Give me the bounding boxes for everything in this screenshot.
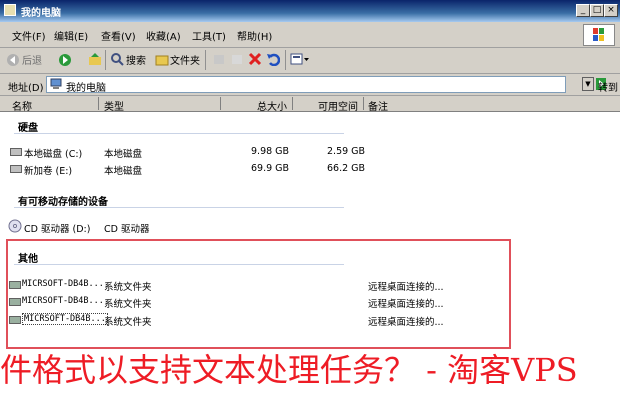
my-computer-icon (4, 4, 16, 16)
copy-to-icon[interactable] (230, 52, 244, 69)
column-header (0, 96, 620, 112)
menu-view[interactable]: 查看(V) (101, 28, 136, 43)
toolbar-separator (285, 50, 286, 70)
drive-total: 69.9 GB (251, 163, 290, 174)
search-button[interactable]: 搜索 (126, 52, 146, 67)
up-folder-icon[interactable] (88, 52, 102, 69)
drive-icon (10, 148, 22, 156)
search-icon (110, 52, 124, 69)
col-note[interactable]: 备注 (368, 98, 388, 113)
col-separator[interactable] (292, 97, 293, 110)
minimize-button[interactable]: _ (576, 4, 590, 17)
folders-button[interactable]: 文件夹 (170, 52, 200, 67)
group-hdd: 硬盘 (18, 123, 38, 134)
drive-type: CD 驱动器 (104, 224, 150, 235)
windows-logo-icon (583, 24, 615, 46)
drive-total: 9.98 GB (251, 146, 290, 157)
col-name[interactable]: 名称 (12, 98, 32, 113)
toolbar-separator (105, 50, 106, 70)
menu-edit[interactable]: 编辑(E) (54, 28, 88, 43)
col-free[interactable]: 可用空间 (318, 98, 358, 113)
cd-drive-icon (8, 219, 22, 236)
delete-icon[interactable] (248, 52, 262, 69)
menu-favorites[interactable]: 收藏(A) (146, 28, 181, 43)
col-type[interactable]: 类型 (104, 98, 124, 113)
drive-free: 66.2 GB (327, 163, 366, 174)
menu-file[interactable]: 文件(F) (12, 28, 46, 43)
col-separator[interactable] (220, 97, 221, 110)
menu-bar (0, 22, 620, 48)
menu-tools[interactable]: 工具(T) (192, 28, 226, 43)
drive-type: 本地磁盘 (104, 166, 143, 177)
title-bar[interactable] (0, 0, 620, 22)
address-input[interactable] (46, 76, 566, 93)
address-dropdown-button[interactable]: ▼ (582, 77, 594, 91)
move-to-icon[interactable] (212, 52, 226, 69)
col-separator[interactable] (363, 97, 364, 110)
drive-name[interactable]: 新加卷 (E:) (24, 163, 72, 177)
drive-icon (10, 165, 22, 173)
group-divider (14, 133, 344, 134)
group-removable: 有可移动存储的设备 (18, 197, 108, 208)
views-icon[interactable] (290, 52, 310, 69)
maximize-button[interactable]: □ (590, 4, 604, 17)
back-arrow-icon[interactable] (6, 53, 20, 70)
forward-arrow-icon[interactable] (58, 53, 72, 70)
folders-icon (155, 52, 169, 69)
col-separator[interactable] (98, 97, 99, 110)
undo-icon[interactable] (266, 52, 281, 69)
drive-name[interactable]: CD 驱动器 (D:) (24, 221, 90, 235)
close-button[interactable]: × (604, 4, 618, 17)
drive-type: 本地磁盘 (104, 149, 143, 160)
col-total[interactable]: 总大小 (257, 98, 287, 113)
window-title: 我的电脑 (21, 8, 61, 19)
address-label: 地址(D) (8, 83, 44, 94)
back-button[interactable]: 后退 (22, 52, 42, 67)
toolbar-separator (205, 50, 206, 70)
group-divider (14, 207, 344, 208)
go-button[interactable]: 转到 (598, 79, 618, 94)
drive-free: 2.59 GB (327, 146, 366, 157)
menu-help[interactable]: 帮助(H) (237, 28, 272, 43)
address-value: 我的电脑 (66, 83, 106, 94)
my-computer-icon (50, 78, 62, 93)
highlight-box (6, 239, 511, 349)
watermark-text: 件格式以支持文本处理任务？ - 淘客VPS (0, 351, 578, 389)
drive-name[interactable]: 本地磁盘 (C:) (24, 146, 82, 160)
